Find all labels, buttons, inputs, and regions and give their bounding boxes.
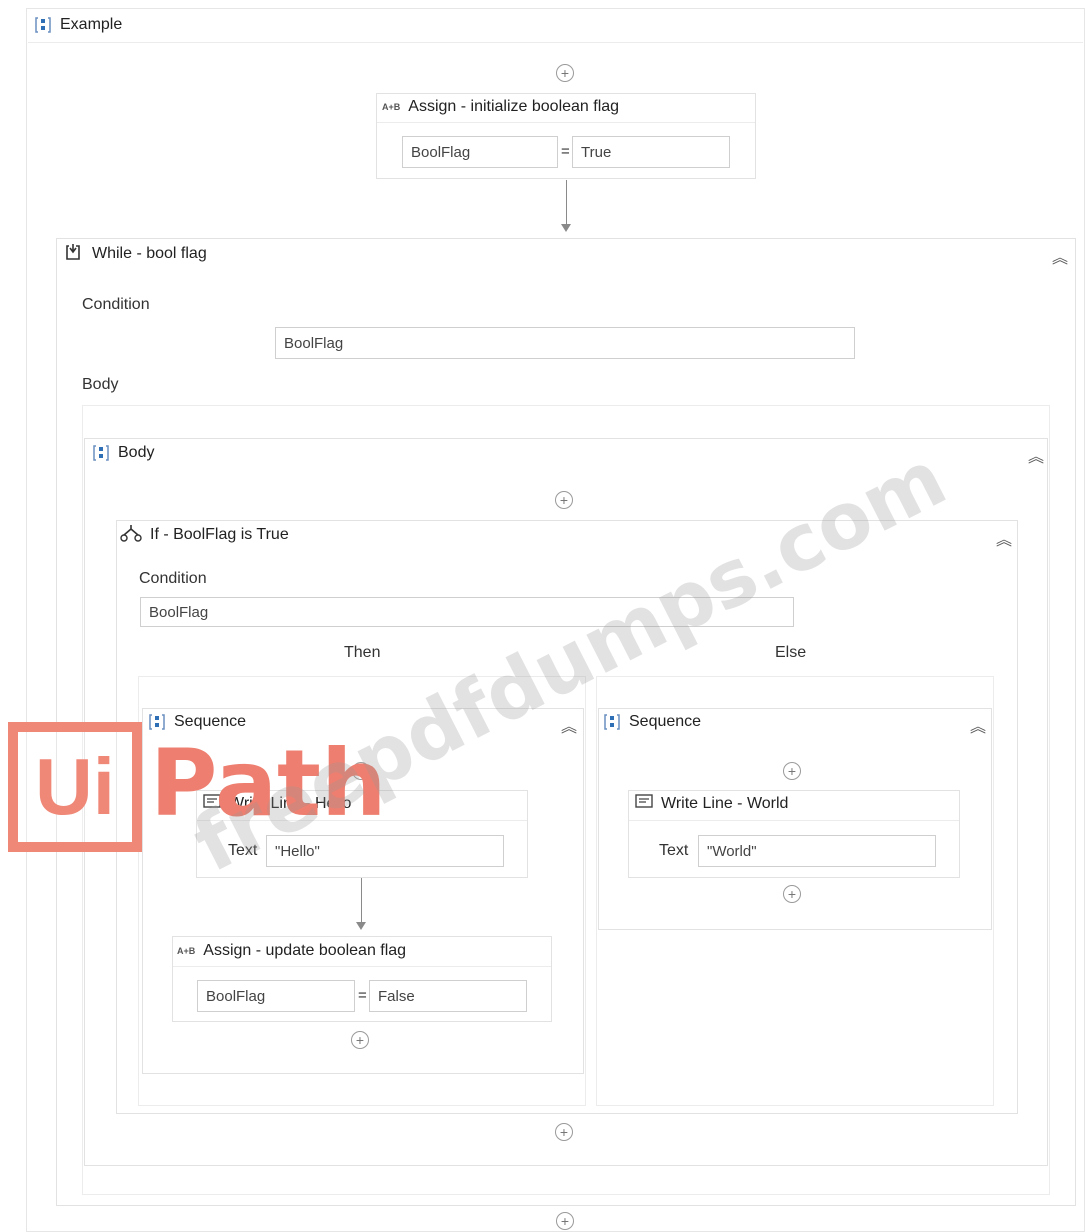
uipath-logo-path: Path [150,730,387,837]
assign-icon: A+B [382,102,401,112]
assign-init-eq: = [561,143,570,160]
write-line-world-title: Write Line - World [661,795,789,812]
assign-update-header[interactable]: A+B Assign - update boolean flag [177,940,406,962]
add-activity-icon[interactable]: + [783,885,801,903]
add-activity-icon[interactable]: + [351,1031,369,1049]
uipath-logo-box: Ui [8,722,142,852]
if-condition-label: Condition [139,570,207,587]
while-icon [64,243,84,266]
add-activity-icon[interactable]: + [556,64,574,82]
root-sequence-header[interactable]: Example [34,12,122,38]
sequence-icon [603,713,621,731]
write-line-hello-text-label: Text [228,842,258,859]
assign-init-left-field[interactable]: BoolFlag [402,136,558,168]
assign-initialize-title: Assign - initialize boolean flag [408,98,620,115]
if-title: If - BoolFlag is True [150,526,289,543]
write-line-hello-text-field[interactable]: "Hello" [266,835,504,867]
write-line-world-header[interactable]: Write Line - World [635,793,788,815]
while-condition-field[interactable]: BoolFlag [275,327,855,359]
add-activity-icon[interactable]: + [556,1212,574,1230]
collapse-chevron-icon[interactable]: ︽ [1052,244,1068,268]
then-sequence-title: Sequence [174,713,247,730]
else-sequence-title: Sequence [629,713,702,730]
if-header[interactable]: If - BoolFlag is True [120,524,289,546]
write-line-world-text-label: Text [659,842,689,859]
while-condition-label: Condition [82,296,150,313]
collapse-chevron-icon[interactable]: ︽ [970,713,986,737]
collapse-chevron-icon[interactable]: ︽ [996,526,1012,550]
uipath-logo-ui: Ui [35,742,115,831]
if-icon [120,523,142,548]
assign-update-eq: = [358,987,367,1004]
assign-initialize-divider [377,122,755,123]
connector-arrow [356,922,366,930]
else-sequence-header[interactable]: Sequence [603,711,701,733]
assign-update-divider [173,966,551,967]
assign-icon: A+B [177,946,196,956]
while-title: While - bool flag [92,245,207,262]
add-activity-icon[interactable]: + [783,762,801,780]
assign-initialize-header[interactable]: A+B Assign - initialize boolean flag [382,96,619,118]
body-sequence-header[interactable]: Body [92,441,154,465]
connector-line [361,878,362,922]
root-sequence-title: Example [60,16,123,33]
if-condition-field[interactable]: BoolFlag [140,597,794,627]
write-line-world-text-field[interactable]: "World" [698,835,936,867]
sequence-icon [34,16,52,34]
connector-arrow [561,224,571,232]
add-activity-icon[interactable]: + [555,1123,573,1141]
while-header[interactable]: While - bool flag [64,242,207,266]
assign-update-title: Assign - update boolean flag [203,942,407,959]
body-sequence-title: Body [118,444,155,461]
assign-init-right-field[interactable]: True [572,136,730,168]
else-label: Else [775,644,807,661]
sequence-icon [148,713,166,731]
write-line-world-divider [629,820,959,821]
collapse-chevron-icon[interactable]: ︽ [1028,443,1044,467]
connector-line [566,180,567,224]
write-line-icon [635,793,653,815]
sequence-icon [92,444,110,462]
root-header-divider [28,42,1083,43]
then-label: Then [344,644,381,661]
assign-update-right-field[interactable]: False [369,980,527,1012]
collapse-chevron-icon[interactable]: ︽ [561,713,577,737]
while-body-label: Body [82,376,119,393]
assign-update-left-field[interactable]: BoolFlag [197,980,355,1012]
add-activity-icon[interactable]: + [555,491,573,509]
